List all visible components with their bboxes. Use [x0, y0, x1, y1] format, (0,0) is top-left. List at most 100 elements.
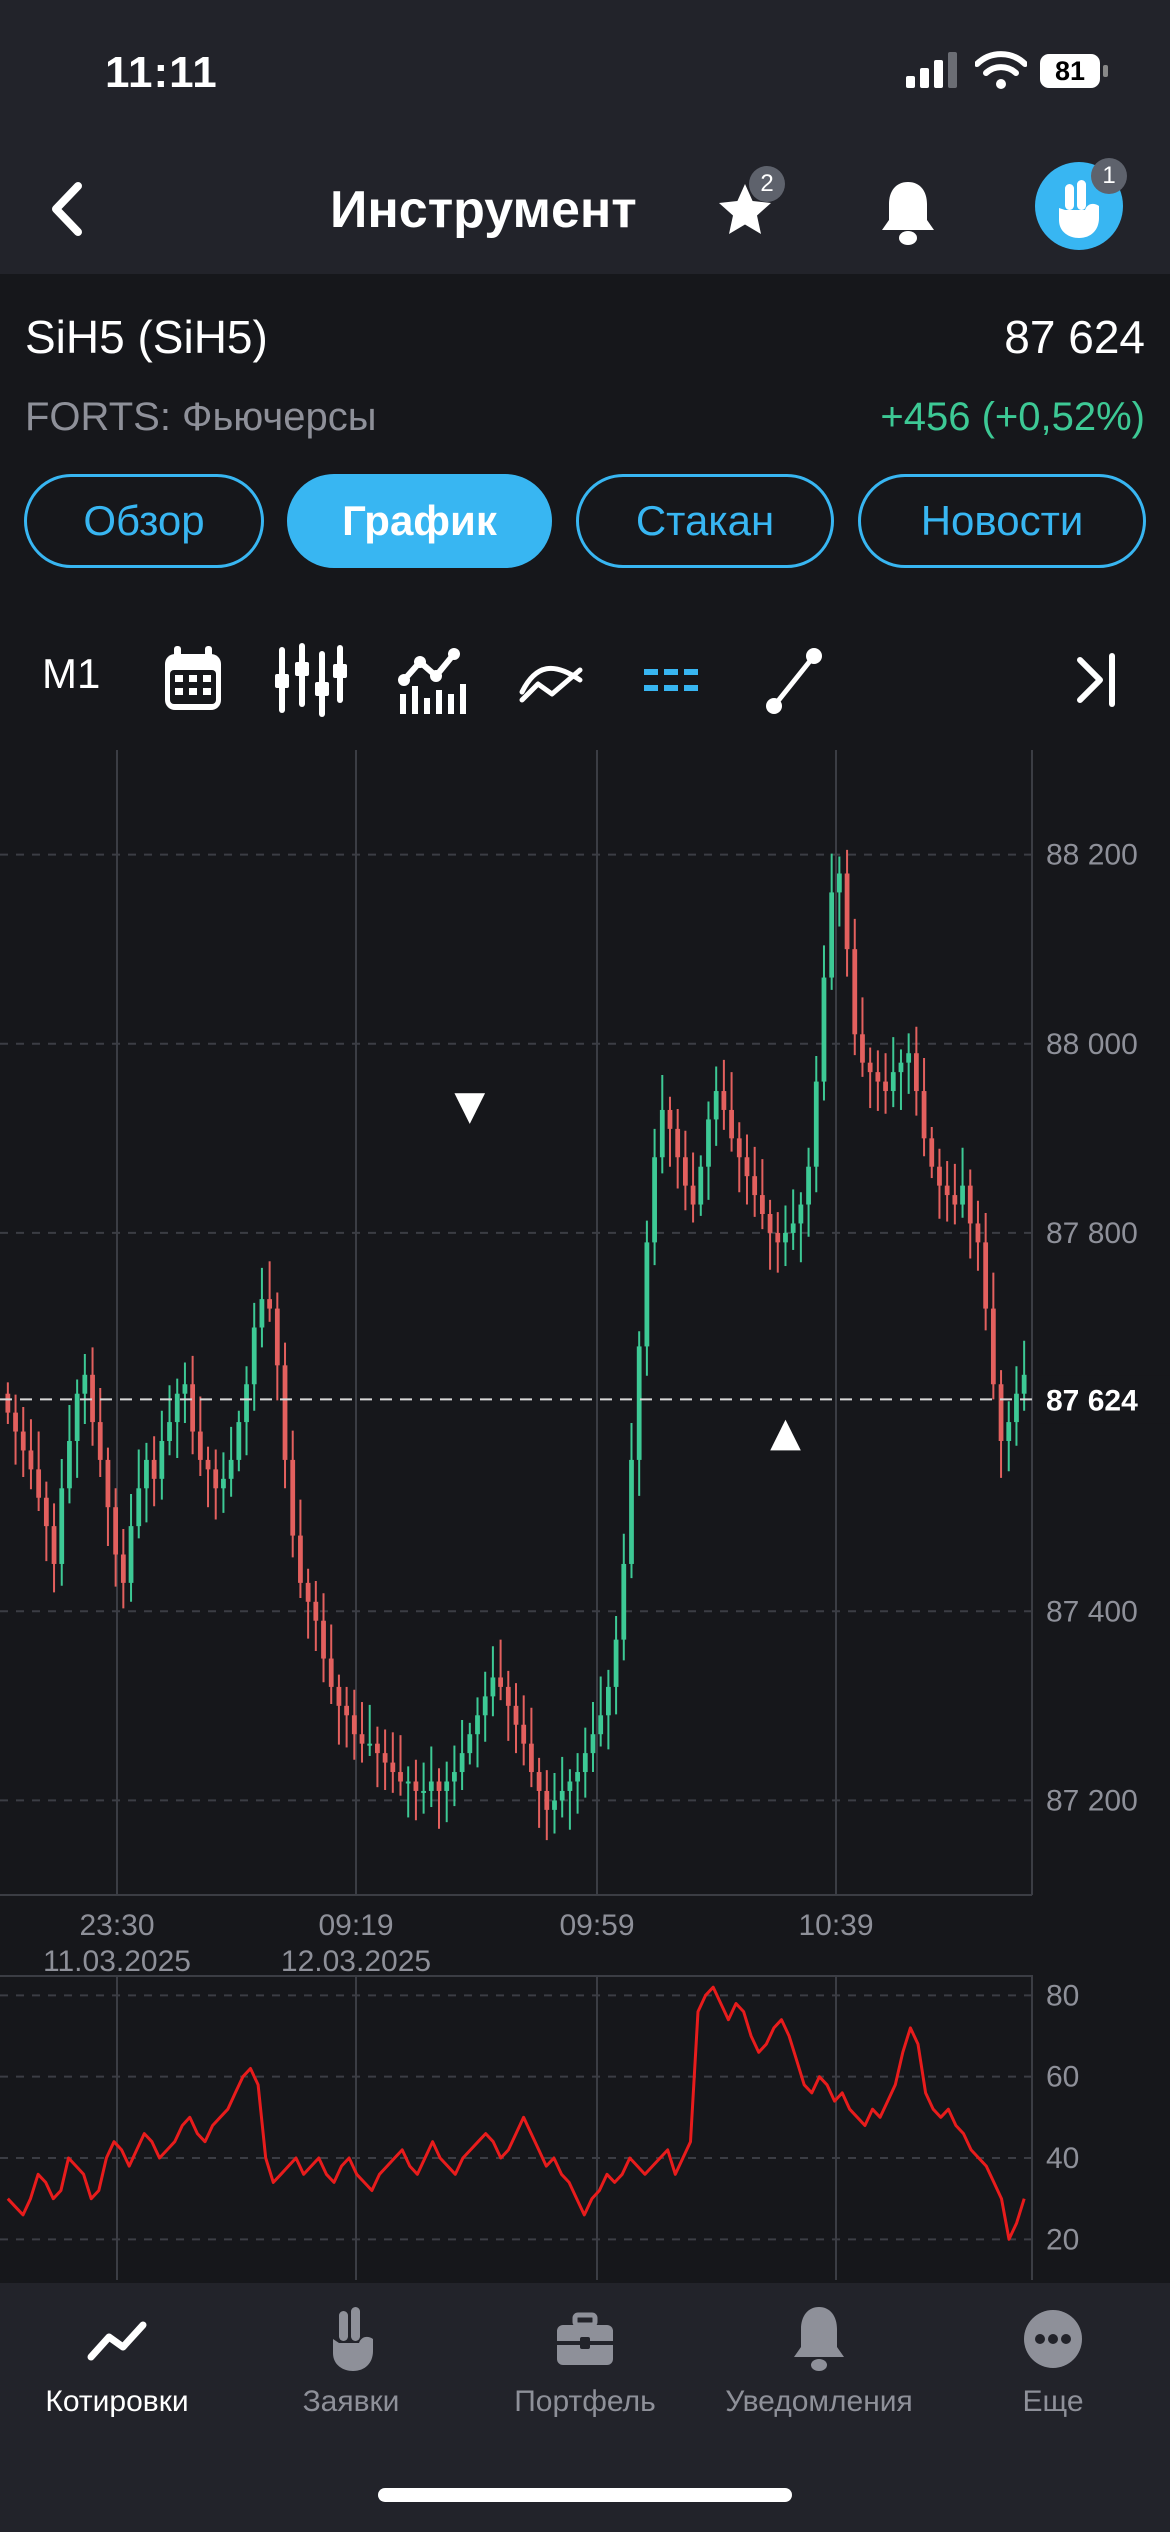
candle — [305, 1582, 311, 1602]
candle — [359, 1734, 365, 1744]
rsi-y-tick-label: 60 — [1046, 2061, 1079, 2094]
candle — [852, 949, 858, 1035]
candle — [521, 1724, 527, 1744]
candle — [513, 1705, 519, 1725]
tabbar-quotes-label: Котировки — [45, 2385, 189, 2418]
rsi-chart[interactable]: 80 60 40 20 — [0, 1975, 1170, 2280]
candle — [1021, 1374, 1027, 1394]
candle — [282, 1365, 288, 1460]
y-tick-label: 87 800 — [1046, 1217, 1138, 1250]
x-tick-label: 23:30 — [79, 1909, 154, 1942]
candle — [5, 1393, 11, 1413]
tabbar-more[interactable]: Еще — [936, 2283, 1170, 2443]
candle — [867, 1062, 873, 1073]
tab-overview[interactable]: Обзор — [24, 474, 264, 568]
status-bar: 11:11 81 — [0, 0, 1170, 150]
back-icon[interactable] — [40, 174, 100, 244]
overlays-icon[interactable] — [518, 640, 584, 720]
tab-news[interactable]: Новости — [858, 474, 1146, 568]
candle — [20, 1431, 26, 1451]
candle — [390, 1762, 396, 1773]
candle — [929, 1138, 935, 1167]
avatar[interactable]: 1 — [1035, 158, 1127, 250]
status-time: 11:11 — [105, 48, 218, 97]
candle — [74, 1393, 80, 1441]
tab-orderbook[interactable]: Стакан — [576, 474, 834, 568]
candle — [328, 1658, 334, 1687]
tabbar-quotes[interactable]: Котировки — [0, 2283, 234, 2443]
candle — [475, 1715, 480, 1735]
candle — [944, 1185, 950, 1196]
rsi-y-tick-label: 80 — [1046, 1979, 1079, 2012]
candle — [174, 1393, 180, 1423]
candle — [398, 1772, 403, 1782]
candle — [752, 1176, 758, 1196]
scroll-to-end-icon[interactable] — [1074, 640, 1120, 720]
candle — [36, 1469, 42, 1498]
x-tick-label: 09:19 — [318, 1909, 393, 1942]
candle — [544, 1790, 550, 1810]
candle — [67, 1441, 72, 1489]
favorites-badge: 2 — [749, 166, 785, 202]
candle — [606, 1686, 611, 1716]
candle — [251, 1327, 257, 1385]
calendar-icon[interactable] — [160, 640, 226, 720]
tabbar-orders[interactable]: Заявки — [234, 2283, 468, 2443]
bell-icon[interactable] — [876, 178, 940, 246]
candle — [228, 1459, 234, 1479]
y-tick-label: 88 200 — [1046, 839, 1138, 872]
candle — [698, 1166, 704, 1205]
indicators-icon[interactable] — [396, 640, 468, 720]
candle — [875, 1072, 881, 1082]
candle — [913, 1053, 919, 1092]
candle — [82, 1374, 88, 1394]
candle — [413, 1781, 419, 1791]
x-tick-date: 12.03.2025 — [281, 1945, 431, 1975]
candle — [144, 1459, 149, 1489]
favorites-button[interactable]: 2 — [715, 166, 785, 240]
candle — [775, 1232, 781, 1243]
candle — [767, 1214, 773, 1233]
candle — [890, 1072, 896, 1092]
candle — [190, 1384, 196, 1432]
candle — [675, 1128, 681, 1158]
candle — [267, 1299, 273, 1309]
candle — [529, 1743, 534, 1773]
candle — [259, 1299, 265, 1328]
candle — [1006, 1422, 1012, 1441]
candle — [298, 1535, 303, 1583]
timeframe-selector[interactable]: M1 — [42, 650, 100, 698]
candle — [883, 1081, 888, 1092]
candle — [452, 1772, 457, 1782]
candle — [490, 1677, 496, 1697]
candle — [236, 1422, 242, 1460]
candle — [821, 977, 827, 1082]
candle — [806, 1166, 811, 1205]
candle — [274, 1308, 280, 1366]
rsi-line — [6, 1985, 1026, 2241]
briefcase-icon — [557, 2312, 613, 2365]
candle — [690, 1185, 696, 1205]
candle — [505, 1686, 511, 1706]
instrument-price: 87 624 — [1004, 311, 1145, 363]
tabbar-notifications[interactable]: Уведомления — [702, 2283, 936, 2443]
instrument-exchange: FORTS: Фьючерсы — [25, 395, 377, 439]
draw-line-icon[interactable] — [764, 640, 824, 720]
price-chart[interactable]: 88 200 88 000 87 800 87 400 87 200 23:3011.03… — [0, 750, 1170, 1975]
candle — [182, 1384, 188, 1394]
tabbar-notifications-label: Уведомления — [725, 2385, 913, 2418]
candle — [498, 1677, 503, 1687]
rsi-y-tick-label: 40 — [1046, 2142, 1079, 2175]
x-tick-date: 11.03.2025 — [43, 1945, 191, 1975]
more-icon — [1024, 2310, 1082, 2368]
tabbar-portfolio-label: Портфель — [514, 2385, 656, 2418]
levels-icon[interactable] — [642, 640, 704, 720]
candle — [836, 873, 842, 893]
candle — [713, 1091, 719, 1120]
candle — [159, 1441, 165, 1479]
tabbar-portfolio[interactable]: Портфель — [468, 2283, 702, 2443]
candles-type-icon[interactable] — [272, 640, 348, 720]
candle — [128, 1526, 134, 1583]
tab-chart[interactable]: График — [287, 474, 552, 568]
candle — [567, 1781, 573, 1791]
